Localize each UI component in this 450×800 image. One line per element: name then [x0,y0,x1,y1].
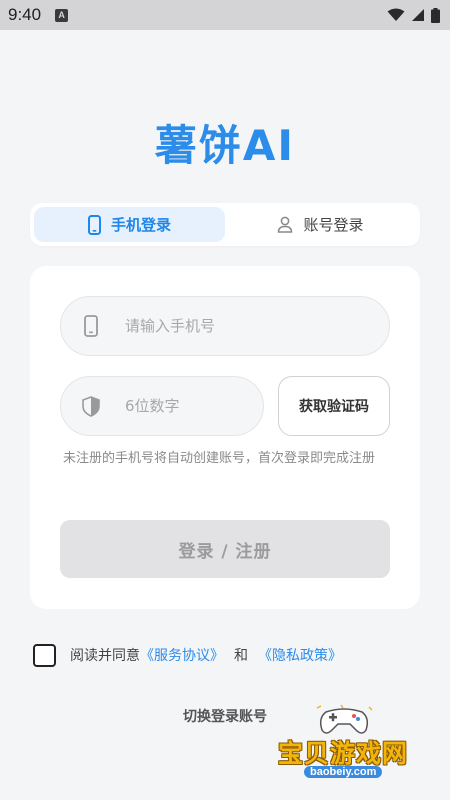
wifi-icon [387,8,405,21]
code-input[interactable] [125,397,245,415]
person-icon [278,216,293,233]
login-register-button[interactable]: 登录 / 注册 [60,520,390,578]
gamepad-icon [316,704,373,734]
code-field[interactable] [60,376,264,436]
phone-icon [87,214,101,235]
privacy-policy-link[interactable]: 《隐私政策》 [258,645,342,665]
tab-account-login-label: 账号登录 [303,216,364,234]
tab-phone-login-label: 手机登录 [110,216,171,234]
service-agreement-link[interactable]: 《服务协议》 [140,645,224,665]
register-hint: 未注册的手机号将自动创建账号，首次登录即完成注册 [63,451,376,466]
watermark-url: baobeiy.com [304,766,383,778]
login-card: 获取验证码 未注册的手机号将自动创建账号，首次登录即完成注册 登录 / 注册 [30,266,420,609]
phone-input[interactable] [125,317,325,335]
agreement-and: 和 [234,648,248,664]
tab-account-login[interactable]: 账号登录 [225,207,416,242]
agreement-row: 阅读并同意 《服务协议》 和 《隐私政策》 [33,642,342,668]
status-icons [387,7,440,23]
shield-icon [82,395,100,417]
get-code-button[interactable]: 获取验证码 [278,376,390,436]
status-bar: 9:40 A [0,0,450,30]
battery-icon [431,7,440,23]
site-watermark: 宝贝游戏网 baobeiy.com [274,704,424,788]
tab-phone-login[interactable]: 手机登录 [34,207,225,242]
signal-icon [412,9,424,21]
app-title: 薯饼AI [154,121,296,170]
phone-field[interactable] [60,296,390,356]
watermark-title: 宝贝游戏网 [278,739,409,768]
login-tabs: 手机登录 账号登录 [30,203,420,246]
notification-badge: A [55,8,69,22]
status-time: 9:40 [8,5,42,24]
login-screen: 9:40 A 薯饼AI 手机登录 账号登录 请输入手机号 6位数字 获取验证码 … [0,0,450,800]
phone-icon [84,315,98,337]
agreement-prefix: 阅读并同意 [70,648,140,664]
agreement-checkbox[interactable] [33,643,56,667]
